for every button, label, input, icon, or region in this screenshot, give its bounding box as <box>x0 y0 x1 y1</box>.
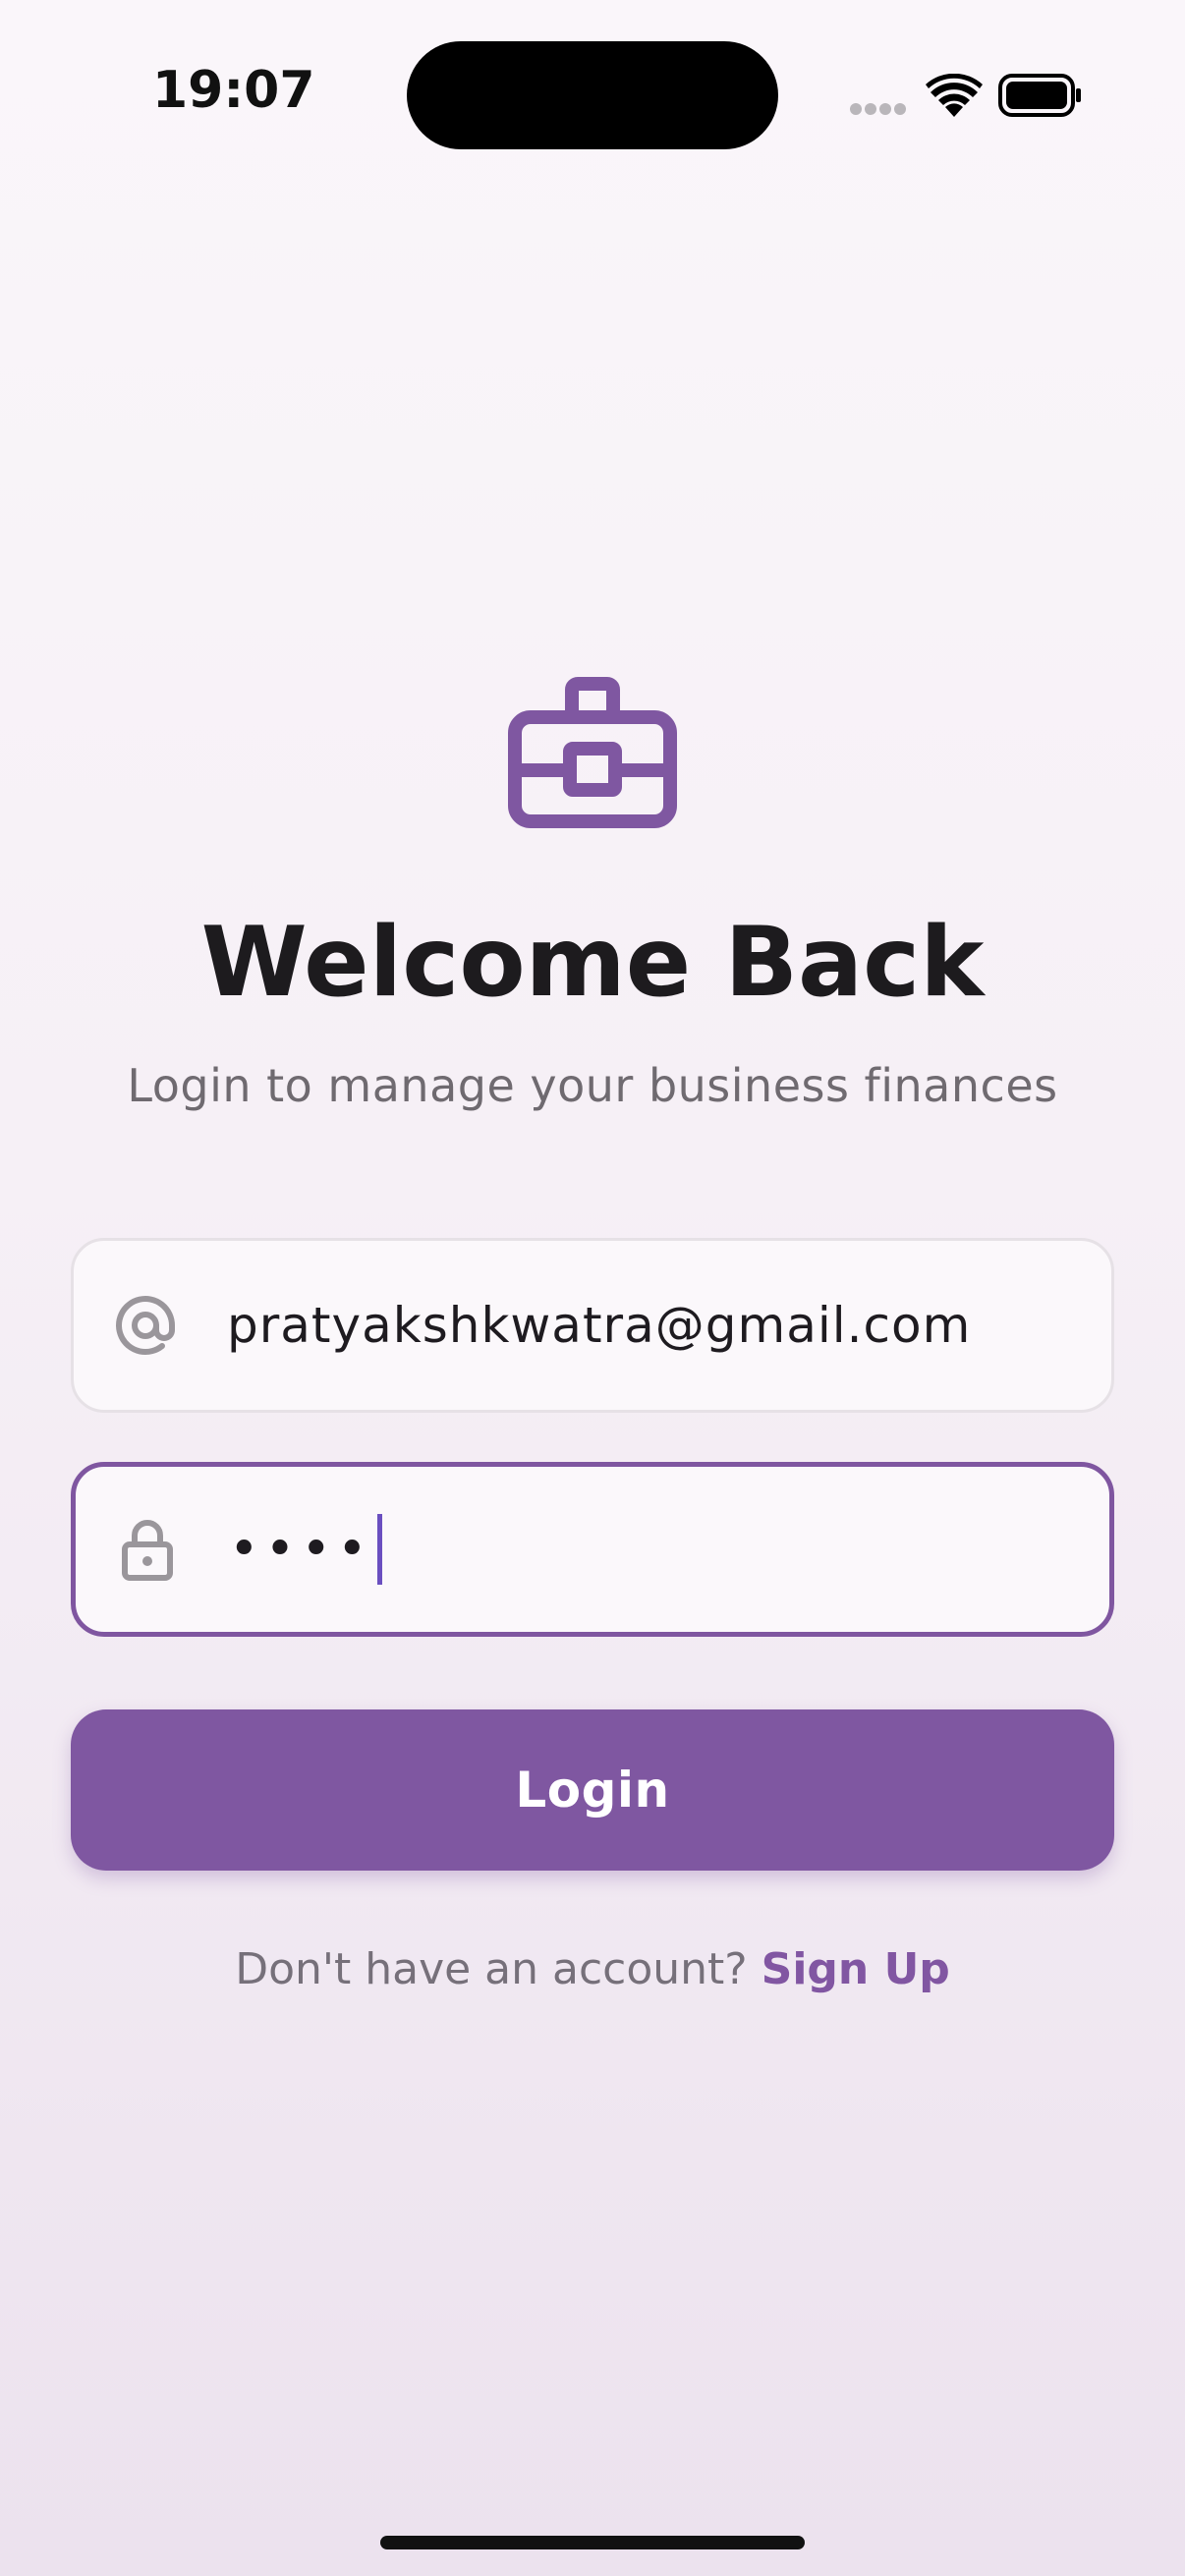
password-value: •••• <box>229 1520 373 1579</box>
email-field[interactable]: pratyakshkwatra@gmail.com <box>71 1238 1114 1413</box>
battery-icon <box>998 74 1081 117</box>
wifi-icon <box>926 74 983 117</box>
text-caret <box>376 1514 382 1585</box>
cellular-signal-icon <box>850 103 906 115</box>
login-button[interactable]: Login <box>71 1709 1114 1871</box>
signup-link[interactable]: Sign Up <box>762 1944 950 1994</box>
page-title: Welcome Back <box>200 907 985 1019</box>
status-time: 19:07 <box>152 61 315 120</box>
page-subtitle: Login to manage your business finances <box>127 1059 1058 1112</box>
signup-prompt: Don't have an account? <box>235 1944 748 1994</box>
signup-row: Don't have an account? Sign Up <box>0 1940 1185 1999</box>
password-value-wrapper: •••• <box>229 1467 382 1632</box>
dynamic-island <box>407 41 778 149</box>
home-indicator[interactable] <box>380 2536 805 2549</box>
at-sign-icon <box>116 1296 175 1355</box>
status-bar: 19:07 <box>0 0 1185 187</box>
email-value: pratyakshkwatra@gmail.com <box>227 1297 972 1354</box>
lock-icon <box>122 1520 173 1581</box>
briefcase-icon <box>508 677 677 828</box>
password-field[interactable]: •••• <box>71 1462 1114 1637</box>
